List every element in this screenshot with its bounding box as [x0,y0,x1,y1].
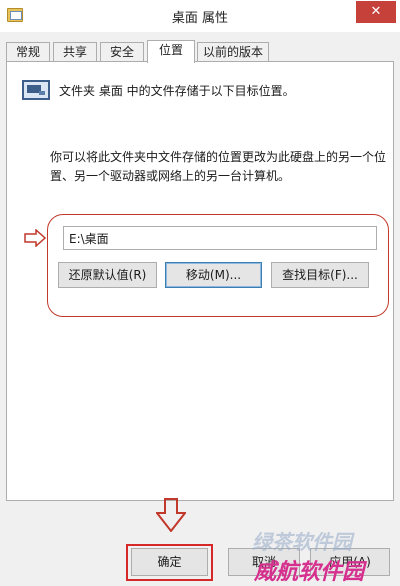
tab-previous-versions[interactable]: 以前的版本 [197,42,269,62]
find-target-button[interactable]: 查找目标(F)... [271,262,369,288]
window-title: 桌面 属性 [171,11,229,26]
move-button[interactable]: 移动(M)... [165,262,262,288]
tab-sharing[interactable]: 共享 [53,42,97,62]
location-explanation: 你可以将此文件夹中文件存储的位置更改为此硬盘上的另一个位置、另一个驱动器或网络上… [50,150,387,183]
tab-security[interactable]: 安全 [100,42,144,62]
tab-location[interactable]: 位置 [147,40,195,63]
ok-highlight-box [126,544,213,581]
title-bar[interactable]: 桌面 属性 ✕ [0,0,400,32]
desktop-folder-icon [22,80,50,100]
pointer-arrow-right-icon [24,229,46,247]
tab-general[interactable]: 常规 [6,42,50,62]
location-panel: 文件夹 桌面 中的文件存储于以下目标位置。 你可以将此文件夹中文件存储的位置更改… [6,61,394,501]
restore-default-button[interactable]: 还原默认值(R) [58,262,157,288]
cancel-button[interactable]: 取消 [228,548,300,576]
tab-bar: 常规 共享 安全 位置 以前的版本 [6,40,396,63]
properties-window: 桌面 属性 ✕ 常规 共享 安全 位置 以前的版本 文件夹 桌面 中的文件存储于… [0,0,400,586]
apply-button[interactable]: 应用(A) [310,548,390,576]
location-description: 文件夹 桌面 中的文件存储于以下目标位置。 [59,84,295,98]
pointer-arrow-down-icon [156,498,186,532]
close-button[interactable]: ✕ [356,1,396,23]
path-input[interactable] [63,226,377,250]
